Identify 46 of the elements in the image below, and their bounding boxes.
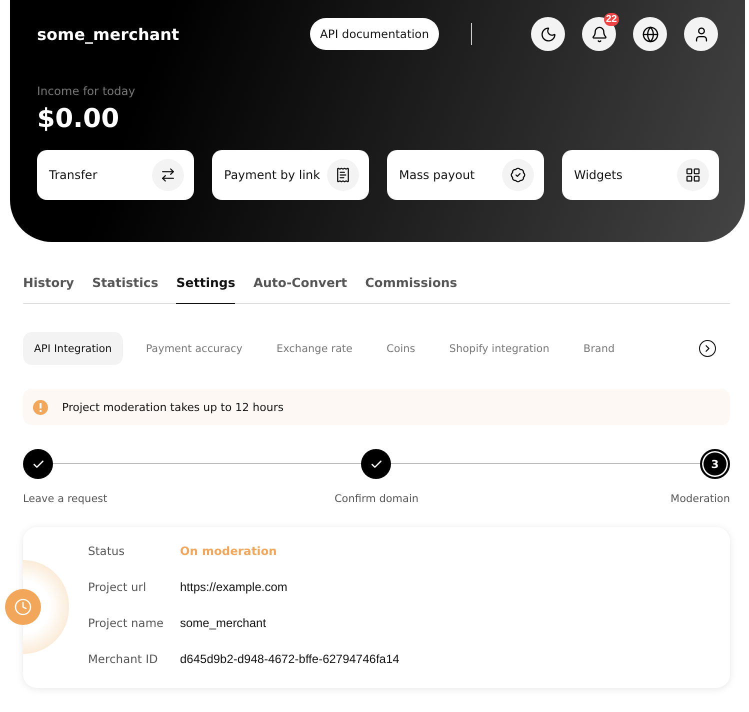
- grid-icon: [677, 159, 709, 191]
- status-value: On moderation: [180, 543, 278, 560]
- action-button[interactable]: Payment by link: [212, 150, 369, 200]
- api-documentation-button[interactable]: API documentation: [310, 18, 439, 50]
- tab[interactable]: Commissions: [365, 267, 458, 304]
- subsection-tab[interactable]: Coins: [375, 332, 426, 365]
- detail-label: Project name: [88, 615, 165, 632]
- tab[interactable]: Statistics: [92, 267, 158, 304]
- arrows-icon: [152, 159, 184, 191]
- badge-icon: [502, 159, 534, 191]
- exclamation-icon: [33, 400, 48, 414]
- clock-icon: [5, 589, 41, 625]
- detail-label: Merchant ID: [88, 651, 159, 668]
- action-button[interactable]: Widgets: [562, 150, 719, 200]
- action-button[interactable]: Transfer: [37, 150, 194, 200]
- merchant-name: some_merchant: [37, 24, 180, 44]
- subsection-tab[interactable]: Exchange rate: [266, 332, 364, 365]
- profile-button[interactable]: [684, 17, 718, 51]
- scroll-right-button[interactable]: [699, 340, 716, 357]
- tab[interactable]: Settings: [176, 267, 236, 304]
- subsection-tab[interactable]: API Integration: [23, 332, 123, 365]
- notification-badge: 22: [604, 13, 619, 26]
- tab[interactable]: History: [23, 267, 74, 304]
- detail-value: https://example.com: [180, 579, 288, 596]
- globe-icon: [642, 26, 658, 42]
- step-label: Moderation: [670, 493, 730, 505]
- language-button[interactable]: [633, 17, 667, 51]
- alert-text: Project moderation takes up to 12 hours: [62, 400, 284, 414]
- detail-value: d645d9b2-d948-4672-bffe-62794746fa14: [180, 651, 400, 668]
- theme-button[interactable]: [531, 17, 565, 51]
- bell-icon: [590, 26, 608, 42]
- detail-label: Project url: [88, 579, 148, 596]
- detail-value: some_merchant: [180, 615, 268, 632]
- subsection-tab[interactable]: Payment accuracy: [134, 332, 254, 365]
- income-label: Income for today: [37, 84, 136, 98]
- income-amount: $0.00: [37, 104, 120, 134]
- subsection-tab[interactable]: Shopify integration: [438, 332, 560, 365]
- subsection-tab[interactable]: Brand: [572, 332, 626, 365]
- receipt-icon: [327, 159, 359, 191]
- action-button[interactable]: Mass payout: [387, 150, 544, 200]
- detail-label: Status: [88, 543, 126, 560]
- moon-icon: [540, 26, 556, 42]
- tab[interactable]: Auto-Convert: [253, 267, 348, 304]
- step-label: Confirm domain: [334, 493, 419, 505]
- step-number: 3: [700, 449, 730, 479]
- step-label: Leave a request: [23, 493, 108, 505]
